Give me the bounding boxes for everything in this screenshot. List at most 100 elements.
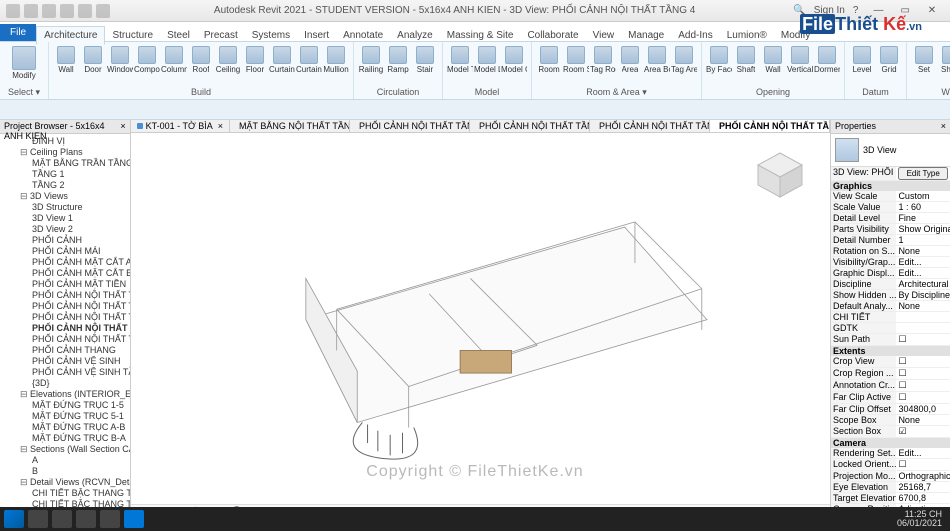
property-category[interactable]: Graphics	[831, 181, 950, 191]
print-icon[interactable]	[96, 4, 110, 18]
tree-item[interactable]: PHỐI CẢNH VỆ SINH	[0, 356, 130, 367]
view-tab[interactable]: PHỐI CẢNH NỘI THẤT TẦNG 1×	[350, 120, 470, 132]
property-row[interactable]: Far Clip Offset304800,0	[831, 404, 950, 415]
tree-item[interactable]: PHỐI CẢNH VỆ SINH TẦNG 2	[0, 367, 130, 378]
property-row[interactable]: Sun Path☐	[831, 334, 950, 346]
door-button[interactable]: Door	[80, 44, 106, 76]
drawing-canvas[interactable]	[131, 133, 830, 504]
tree-item[interactable]: {3D}	[0, 378, 130, 389]
roof-button[interactable]: Roof	[188, 44, 214, 76]
close-button[interactable]: ✕	[920, 5, 944, 16]
set-button[interactable]: Set	[911, 44, 937, 76]
tree-item[interactable]: PHỐI CẢNH NỘI THẤT TẦNG 4	[0, 323, 130, 334]
property-row[interactable]: View ScaleCustom	[831, 191, 950, 202]
view-cube[interactable]	[750, 145, 810, 205]
property-row[interactable]: Scope BoxNone	[831, 415, 950, 426]
model-line-button[interactable]: Model Line	[474, 44, 500, 76]
tree-item[interactable]: PHỐI CẢNH NỘI THẤT TẦNG 5	[0, 334, 130, 345]
property-row[interactable]: GDTK	[831, 323, 950, 334]
window-button[interactable]: Window	[107, 44, 133, 76]
wall-button[interactable]: Wall	[760, 44, 786, 76]
ceiling-button[interactable]: Ceiling	[215, 44, 241, 76]
tree-item[interactable]: MẶT ĐỨNG TRỤC 5-1	[0, 411, 130, 422]
tree-item[interactable]: Sections (Wall Section CẤP PHÉP)	[0, 444, 130, 455]
project-browser-tree[interactable]: ĐINH VỊCeiling PlansMẶT BẰNG TRẦN TẦNG 1…	[0, 134, 130, 510]
close-tab-icon[interactable]: ×	[218, 121, 223, 131]
property-row[interactable]: Graphic Displ...Edit...	[831, 268, 950, 279]
curtain-grid-button[interactable]: Curtain Grid	[296, 44, 322, 76]
tree-item[interactable]: Detail Views (RCVN_Detail Cùng Bản Vẽ)	[0, 477, 130, 488]
help-icon[interactable]: ?	[853, 5, 859, 16]
tree-item[interactable]: B	[0, 466, 130, 477]
property-row[interactable]: Show Hidden ...By Discipline	[831, 290, 950, 301]
tree-item[interactable]: PHỐI CẢNH MẶT CẮT B-B	[0, 268, 130, 279]
railing-button[interactable]: Railing	[358, 44, 384, 76]
tree-item[interactable]: PHỐI CẢNH MẶT TIỀN	[0, 279, 130, 290]
task-view-icon[interactable]	[52, 510, 72, 528]
ramp-button[interactable]: Ramp	[385, 44, 411, 76]
tree-item[interactable]: 3D Structure	[0, 202, 130, 213]
property-row[interactable]: CHI TIẾT	[831, 312, 950, 323]
tree-item[interactable]: Elevations (INTERIOR_ELEVATION CẤP PHÉP	[0, 389, 130, 400]
by-face-button[interactable]: By Face	[706, 44, 732, 76]
explorer-icon[interactable]	[76, 510, 96, 528]
view-tab[interactable]: PHỐI CẢNH NỘI THẤT TẦNG 2×	[470, 120, 590, 132]
tree-item[interactable]: TẦNG 2	[0, 180, 130, 191]
dormer-button[interactable]: Dormer	[814, 44, 840, 76]
property-row[interactable]: Scale Value1 : 60	[831, 202, 950, 213]
curtain-system-button[interactable]: Curtain System	[269, 44, 295, 76]
property-row[interactable]: Target Elevation6700,8	[831, 493, 950, 504]
redo-icon[interactable]	[78, 4, 92, 18]
close-icon[interactable]: ×	[120, 121, 125, 132]
tree-item[interactable]: 3D View 2	[0, 224, 130, 235]
tree-item[interactable]: CHI TIẾT BẬC THANG TẦNG 1-2	[0, 488, 130, 499]
open-icon[interactable]	[24, 4, 38, 18]
mullion-button[interactable]: Mullion	[323, 44, 349, 76]
property-row[interactable]: Section Box☑	[831, 426, 950, 438]
property-row[interactable]: Projection Mo...Orthographic	[831, 471, 950, 482]
wall-button[interactable]: Wall	[53, 44, 79, 76]
start-button[interactable]	[4, 510, 24, 528]
room-button[interactable]: Room	[536, 44, 562, 76]
tree-item[interactable]: MẶT ĐỨNG TRỤC 1-5	[0, 400, 130, 411]
tree-item[interactable]: PHỐI CẢNH NỘI THẤT TẦNG 3	[0, 312, 130, 323]
model-group-button[interactable]: Model Group	[501, 44, 527, 76]
show-button[interactable]: Show	[938, 44, 950, 76]
property-row[interactable]: Annotation Cr...☐	[831, 380, 950, 392]
tree-item[interactable]: PHỐI CẢNH	[0, 235, 130, 246]
tree-item[interactable]: PHỐI CẢNH MÁI	[0, 246, 130, 257]
property-row[interactable]: Detail Number1	[831, 235, 950, 246]
tag-room-button[interactable]: Tag Room	[590, 44, 616, 76]
tree-item[interactable]: 3D Views	[0, 191, 130, 202]
property-row[interactable]: Rotation on S...None	[831, 246, 950, 257]
undo-icon[interactable]	[60, 4, 74, 18]
property-row[interactable]: Detail LevelFine	[831, 213, 950, 224]
component-button[interactable]: Component	[134, 44, 160, 76]
save-icon[interactable]	[42, 4, 56, 18]
revit-icon[interactable]	[6, 4, 20, 18]
signin-link[interactable]: Sign In	[814, 5, 845, 16]
column-button[interactable]: Column	[161, 44, 187, 76]
search-taskbar-icon[interactable]	[28, 510, 48, 528]
area-boundary-button[interactable]: Area Boundary	[644, 44, 670, 76]
property-row[interactable]: Crop View☐	[831, 356, 950, 368]
revit-taskbar-icon[interactable]	[124, 510, 144, 528]
property-category[interactable]: Camera	[831, 438, 950, 448]
maximize-button[interactable]: ▭	[893, 5, 917, 16]
tag-area-button[interactable]: Tag Area	[671, 44, 697, 76]
grid-button[interactable]: Grid	[876, 44, 902, 76]
edit-type-button[interactable]: Edit Type	[898, 167, 948, 180]
tree-item[interactable]: MẶT BẰNG TRẦN TẦNG 1	[0, 158, 130, 169]
property-category[interactable]: Extents	[831, 346, 950, 356]
property-row[interactable]: Far Clip Active☐	[831, 392, 950, 404]
tree-item[interactable]: 3D View 1	[0, 213, 130, 224]
tree-item[interactable]: Ceiling Plans	[0, 147, 130, 158]
tree-item[interactable]: PHỐI CẢNH THANG	[0, 345, 130, 356]
level-button[interactable]: Level	[849, 44, 875, 76]
view-tab[interactable]: PHỐI CẢNH NỘI THẤT TẦNG 4×	[710, 120, 830, 132]
property-row[interactable]: Parts VisibilityShow Original	[831, 224, 950, 235]
view-tab[interactable]: KT-001 - TỜ BÌA×	[131, 120, 230, 132]
model-text-button[interactable]: Model Text	[447, 44, 473, 76]
stair-button[interactable]: Stair	[412, 44, 438, 76]
tree-item[interactable]: MẶT ĐỨNG TRỤC B-A	[0, 433, 130, 444]
